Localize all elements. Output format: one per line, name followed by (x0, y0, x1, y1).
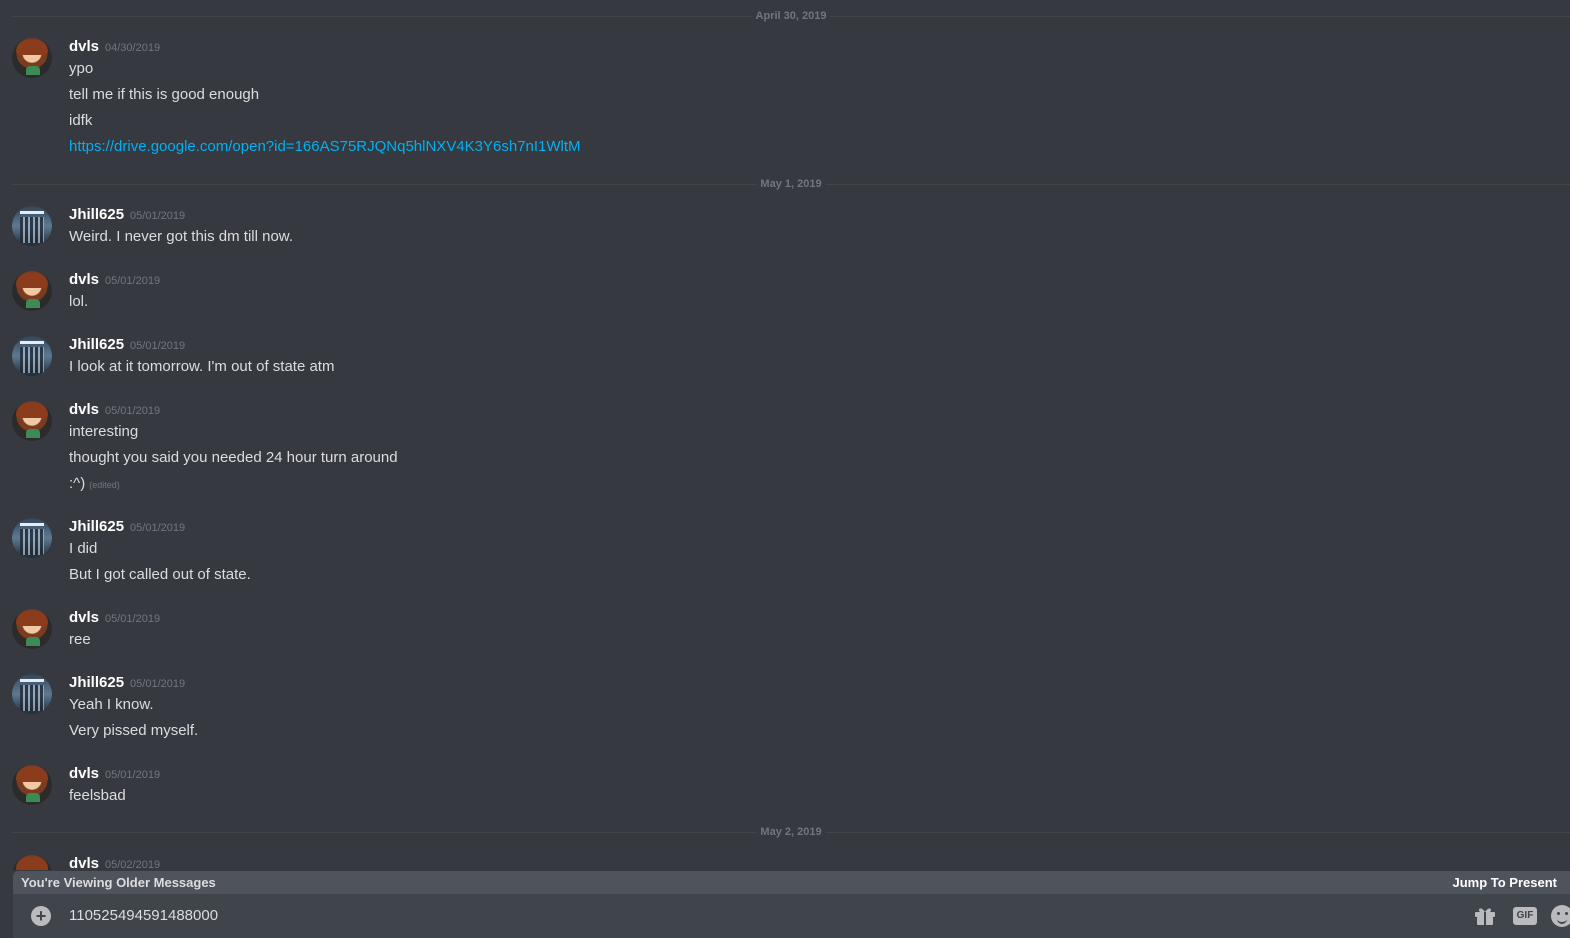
timestamp: 04/30/2019 (105, 42, 161, 54)
avatar[interactable] (12, 271, 52, 311)
date-divider: May 2, 2019 (12, 825, 1570, 840)
avatar[interactable] (12, 336, 52, 376)
message-text: :^) (69, 475, 86, 492)
author-name[interactable]: dvls (69, 38, 99, 55)
message-text: Yeah I know. (69, 696, 154, 713)
avatar[interactable] (12, 518, 52, 558)
message-text: thought you said you needed 24 hour turn… (69, 449, 398, 466)
plus-icon[interactable]: + (31, 906, 51, 926)
older-messages-banner: You're Viewing Older Messages Jump To Pr… (13, 871, 1570, 894)
edited-marker: (edited) (89, 480, 120, 490)
message-text: feelsbad (69, 787, 126, 804)
author-name[interactable]: dvls (69, 609, 99, 626)
author-name[interactable]: dvls (69, 271, 99, 288)
author-name[interactable]: dvls (69, 855, 99, 870)
message-text: I look at it tomorrow. I'm out of state … (69, 358, 335, 375)
avatar[interactable] (12, 401, 52, 441)
message-text: But I got called out of state. (69, 566, 251, 583)
timestamp: 05/01/2019 (105, 613, 161, 625)
timestamp: 05/01/2019 (130, 522, 186, 534)
message-composer: + 110525494591488000 GIF (13, 894, 1570, 938)
message-text: tell me if this is good enough (69, 86, 260, 103)
avatar[interactable] (12, 206, 52, 246)
message-text: ree (69, 631, 91, 648)
author-name[interactable]: dvls (69, 401, 99, 418)
message-list[interactable]: April 30, 2019 dvls 04/30/2019 ypo tell m… (0, 0, 1570, 870)
message-text: Very pissed myself. (69, 722, 199, 739)
older-messages-notice: You're Viewing Older Messages (21, 875, 216, 890)
message-text: I did (69, 540, 98, 557)
message-text: Weird. I never got this dm till now. (69, 228, 293, 245)
timestamp: 05/02/2019 (105, 859, 161, 870)
author-name[interactable]: Jhill625 (69, 336, 124, 353)
timestamp: 05/01/2019 (105, 275, 161, 287)
message-text: lol. (69, 293, 89, 310)
message-input[interactable]: 110525494591488000 (69, 907, 218, 924)
emoji-icon[interactable] (1551, 905, 1570, 927)
message-text: idfk (69, 112, 93, 129)
timestamp: 05/01/2019 (130, 678, 186, 690)
timestamp: 05/01/2019 (105, 769, 161, 781)
avatar[interactable] (12, 765, 52, 805)
message-link[interactable]: https://drive.google.com/open?id=166AS75… (69, 138, 581, 155)
avatar[interactable] (12, 855, 52, 870)
jump-to-present-button[interactable]: Jump To Present (1452, 875, 1557, 890)
author-name[interactable]: Jhill625 (69, 674, 124, 691)
date-divider: May 1, 2019 (12, 177, 1570, 192)
avatar[interactable] (12, 609, 52, 649)
avatar[interactable] (12, 674, 52, 714)
avatar[interactable] (12, 38, 52, 78)
author-name[interactable]: Jhill625 (69, 518, 124, 535)
timestamp: 05/01/2019 (130, 340, 186, 352)
gift-icon[interactable] (1474, 906, 1496, 926)
author-name[interactable]: Jhill625 (69, 206, 124, 223)
gif-icon[interactable]: GIF (1513, 907, 1537, 925)
message-text: interesting (69, 423, 139, 440)
timestamp: 05/01/2019 (105, 405, 161, 417)
message-text: ypo (69, 60, 94, 77)
timestamp: 05/01/2019 (130, 210, 186, 222)
date-divider: April 30, 2019 (12, 9, 1570, 24)
author-name[interactable]: dvls (69, 765, 99, 782)
